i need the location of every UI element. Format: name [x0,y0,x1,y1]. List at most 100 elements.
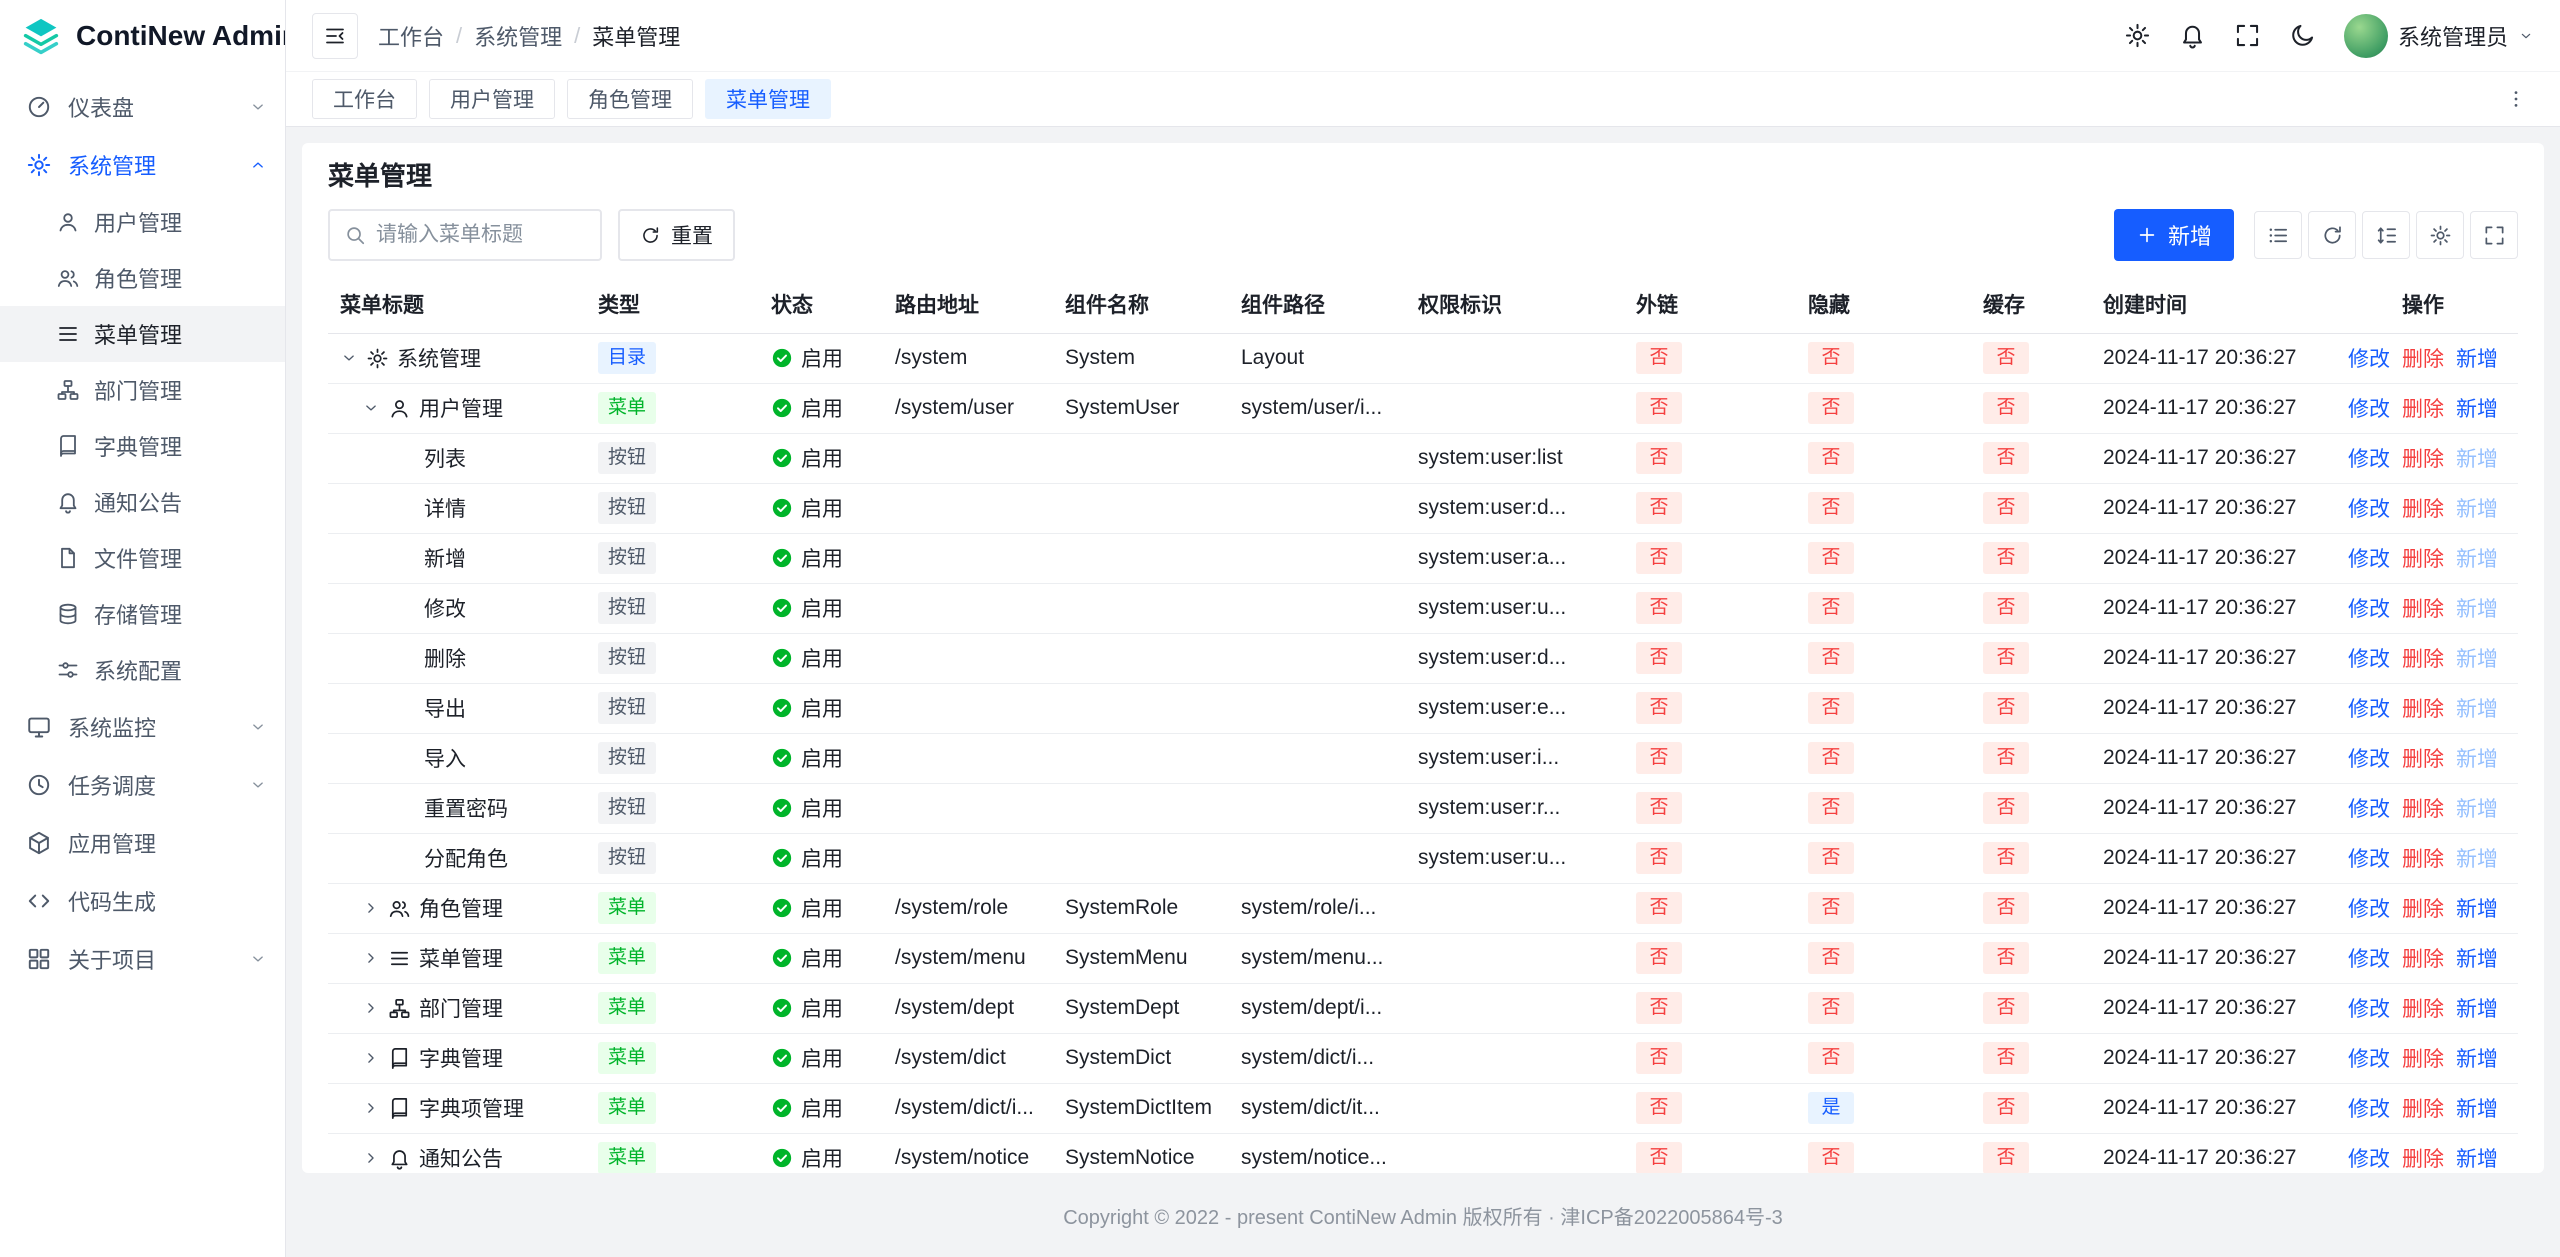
type-badge: 菜单 [598,392,656,425]
delete-link[interactable]: 删除 [2402,393,2444,423]
edit-link[interactable]: 修改 [2348,1143,2390,1173]
column-settings-button[interactable] [2416,211,2464,259]
external-badge-cell: 否 [1624,333,1796,383]
add-link[interactable]: 新增 [2456,993,2498,1023]
edit-link[interactable]: 修改 [2348,793,2390,823]
delete-link[interactable]: 删除 [2402,843,2444,873]
add-link[interactable]: 新增 [2456,893,2498,923]
expand-row-icon[interactable] [362,1149,380,1167]
delete-link[interactable]: 删除 [2402,893,2444,923]
delete-link[interactable]: 删除 [2402,643,2444,673]
component-name-cell: SystemRole [1053,883,1229,933]
edit-link[interactable]: 修改 [2348,693,2390,723]
edit-link[interactable]: 修改 [2348,643,2390,673]
sidebar-item[interactable]: 应用管理 [0,814,285,872]
edit-link[interactable]: 修改 [2348,743,2390,773]
zebra-stripe-button[interactable] [2254,211,2302,259]
breadcrumb-item[interactable]: 工作台 [378,20,444,52]
row-density-button[interactable] [2362,211,2410,259]
add-link[interactable]: 新增 [2456,393,2498,423]
add-link[interactable]: 新增 [2456,943,2498,973]
created-time-cell: 2024-11-17 20:36:27 [2091,633,2328,683]
delete-link[interactable]: 删除 [2402,1143,2444,1173]
add-link[interactable]: 新增 [2456,1093,2498,1123]
sidebar-subitem[interactable]: 系统配置 [0,642,285,698]
edit-link[interactable]: 修改 [2348,893,2390,923]
delete-link[interactable]: 删除 [2402,593,2444,623]
sidebar-item[interactable]: 系统管理 [0,136,285,194]
settings-icon[interactable] [2124,22,2151,49]
search-input[interactable] [376,223,586,247]
topbar-actions: 系统管理员 [2124,14,2534,58]
dark-mode-icon[interactable] [2289,22,2316,49]
add-link[interactable]: 新增 [2456,343,2498,373]
delete-link[interactable]: 删除 [2402,343,2444,373]
sidebar-item[interactable]: 仪表盘 [0,78,285,136]
sidebar-subitem[interactable]: 用户管理 [0,194,285,250]
expand-row-icon[interactable] [362,999,380,1017]
sidebar-item[interactable]: 任务调度 [0,756,285,814]
table-fullscreen-button[interactable] [2470,211,2518,259]
sidebar-item[interactable]: 系统监控 [0,698,285,756]
fullscreen-icon[interactable] [2234,22,2261,49]
breadcrumb-item[interactable]: 系统管理 [474,20,562,52]
component-path-cell [1229,633,1406,683]
delete-link[interactable]: 删除 [2402,693,2444,723]
menu-title-cell: 部门管理 [328,983,586,1033]
status-text: 启用 [801,643,843,673]
delete-link[interactable]: 删除 [2402,443,2444,473]
sidebar-subitem[interactable]: 角色管理 [0,250,285,306]
reset-button[interactable]: 重置 [618,209,735,261]
edit-link[interactable]: 修改 [2348,1093,2390,1123]
expand-row-icon[interactable] [362,1049,380,1067]
edit-link[interactable]: 修改 [2348,543,2390,573]
sidebar-item[interactable]: 代码生成 [0,872,285,930]
edit-link[interactable]: 修改 [2348,393,2390,423]
tab-item[interactable]: 用户管理 [429,79,555,119]
expand-row-icon[interactable] [362,899,380,917]
collapse-row-icon[interactable] [340,349,358,367]
menu-title: 新增 [424,543,466,573]
refresh-table-button[interactable] [2308,211,2356,259]
sidebar-subitem[interactable]: 文件管理 [0,530,285,586]
expand-row-icon[interactable] [362,1099,380,1117]
tab-item[interactable]: 菜单管理 [705,79,831,119]
tab-item[interactable]: 角色管理 [567,79,693,119]
edit-link[interactable]: 修改 [2348,1043,2390,1073]
delete-link[interactable]: 删除 [2402,493,2444,523]
sidebar-collapse-button[interactable] [312,13,358,59]
edit-link[interactable]: 修改 [2348,993,2390,1023]
sidebar-subitem[interactable]: 菜单管理 [0,306,285,362]
edit-link[interactable]: 修改 [2348,343,2390,373]
edit-link[interactable]: 修改 [2348,443,2390,473]
sidebar-subitem[interactable]: 存储管理 [0,586,285,642]
delete-link[interactable]: 删除 [2402,743,2444,773]
edit-link[interactable]: 修改 [2348,843,2390,873]
tab-item[interactable]: 工作台 [312,79,417,119]
add-link[interactable]: 新增 [2456,1143,2498,1173]
notifications-bell-icon[interactable] [2179,22,2206,49]
edit-link[interactable]: 修改 [2348,943,2390,973]
sidebar-subitem[interactable]: 部门管理 [0,362,285,418]
delete-link[interactable]: 删除 [2402,1093,2444,1123]
sidebar-item[interactable]: 关于项目 [0,930,285,988]
delete-link[interactable]: 删除 [2402,543,2444,573]
add-button[interactable]: 新增 [2114,209,2234,261]
menu-title: 角色管理 [419,893,503,923]
status-text: 启用 [801,743,843,773]
actions-cell: 修改删除新增 [2328,933,2518,983]
sidebar-subitem[interactable]: 字典管理 [0,418,285,474]
edit-link[interactable]: 修改 [2348,493,2390,523]
delete-link[interactable]: 删除 [2402,993,2444,1023]
tab-more-button[interactable] [2498,81,2534,117]
route-cell [883,733,1053,783]
edit-link[interactable]: 修改 [2348,593,2390,623]
add-link[interactable]: 新增 [2456,1043,2498,1073]
expand-row-icon[interactable] [362,949,380,967]
delete-link[interactable]: 删除 [2402,943,2444,973]
sidebar-subitem[interactable]: 通知公告 [0,474,285,530]
delete-link[interactable]: 删除 [2402,793,2444,823]
user-menu[interactable]: 系统管理员 [2344,14,2534,58]
delete-link[interactable]: 删除 [2402,1043,2444,1073]
collapse-row-icon[interactable] [362,399,380,417]
